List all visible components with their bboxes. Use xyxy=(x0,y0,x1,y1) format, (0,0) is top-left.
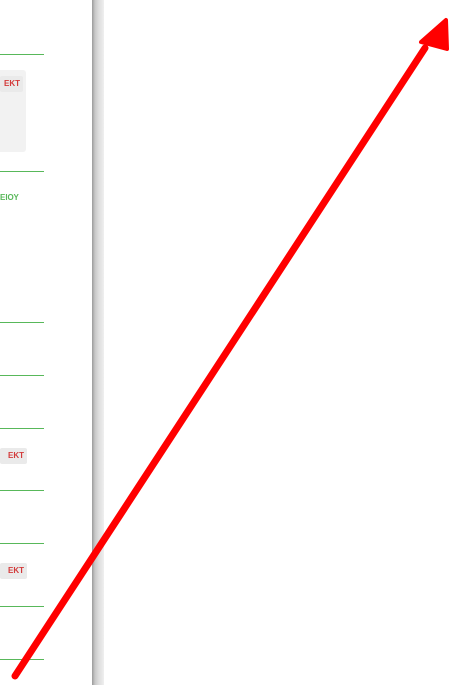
arrow-head xyxy=(419,18,449,51)
red-arrow-annotation xyxy=(11,18,449,680)
arrow-shaft xyxy=(11,44,429,680)
